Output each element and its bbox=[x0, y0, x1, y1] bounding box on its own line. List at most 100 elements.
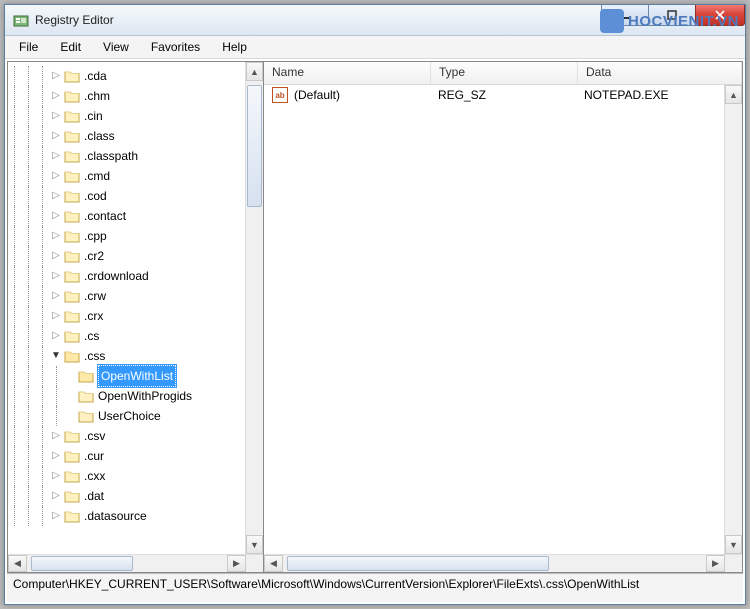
menu-favorites[interactable]: Favorites bbox=[141, 38, 210, 56]
tree-item[interactable]: OpenWithProgids bbox=[8, 386, 245, 406]
minimize-button[interactable] bbox=[601, 5, 649, 26]
tree-item[interactable]: ▷ .datasource bbox=[8, 506, 245, 526]
tree-item[interactable]: UserChoice bbox=[8, 406, 245, 426]
tree-guide bbox=[22, 66, 36, 86]
tree-item[interactable]: ▷ .crw bbox=[8, 286, 245, 306]
tree-item[interactable]: OpenWithList bbox=[8, 366, 245, 386]
tree-item[interactable]: ▷ .cpp bbox=[8, 226, 245, 246]
tree-guide bbox=[36, 446, 50, 466]
chevron-down-icon[interactable]: ▼ bbox=[50, 350, 62, 362]
chevron-right-icon[interactable]: ▷ bbox=[50, 70, 62, 82]
chevron-right-icon[interactable]: ▷ bbox=[50, 470, 62, 482]
tree-guide bbox=[8, 426, 22, 446]
menu-view[interactable]: View bbox=[93, 38, 139, 56]
chevron-right-icon[interactable]: ▷ bbox=[50, 490, 62, 502]
chevron-right-icon[interactable]: ▷ bbox=[50, 330, 62, 342]
tree-item[interactable]: ▷ .chm bbox=[8, 86, 245, 106]
tree-item[interactable]: ▷ .cur bbox=[8, 446, 245, 466]
close-button[interactable] bbox=[695, 5, 745, 26]
chevron-right-icon[interactable]: ▷ bbox=[50, 270, 62, 282]
tree-item[interactable]: ▷ .classpath bbox=[8, 146, 245, 166]
scroll-right-arrow-icon[interactable]: ▶ bbox=[706, 555, 725, 572]
tree-item[interactable]: ▷ .crx bbox=[8, 306, 245, 326]
tree-item-label: .crdownload bbox=[84, 266, 149, 286]
chevron-right-icon[interactable]: ▷ bbox=[50, 250, 62, 262]
chevron-right-icon[interactable]: ▷ bbox=[50, 110, 62, 122]
menu-file[interactable]: File bbox=[9, 38, 48, 56]
titlebar[interactable]: Registry Editor bbox=[5, 5, 745, 36]
scroll-track[interactable] bbox=[283, 555, 706, 572]
tree-guide bbox=[8, 386, 22, 406]
tree-guide bbox=[22, 346, 36, 366]
scroll-left-arrow-icon[interactable]: ◀ bbox=[8, 555, 27, 572]
scroll-track[interactable] bbox=[246, 81, 263, 535]
tree-item[interactable]: ▷ .cod bbox=[8, 186, 245, 206]
tree-item[interactable]: ▷ .dat bbox=[8, 486, 245, 506]
list-horizontal-scrollbar[interactable]: ◀ ▶ bbox=[264, 554, 742, 572]
folder-icon bbox=[64, 229, 80, 243]
tree-item-label: .cod bbox=[84, 186, 107, 206]
tree-item[interactable]: ▷ .cmd bbox=[8, 166, 245, 186]
tree-item[interactable]: ▷ .cda bbox=[8, 66, 245, 86]
menu-help[interactable]: Help bbox=[212, 38, 257, 56]
list-item[interactable]: ab(Default)REG_SZNOTEPAD.EXE bbox=[264, 85, 724, 105]
folder-icon bbox=[78, 409, 94, 423]
chevron-right-icon[interactable]: ▷ bbox=[50, 190, 62, 202]
tree-item[interactable]: ▷ .cin bbox=[8, 106, 245, 126]
scroll-track[interactable] bbox=[725, 104, 742, 535]
tree-vertical-scrollbar[interactable]: ▲ ▼ bbox=[245, 62, 263, 554]
menu-edit[interactable]: Edit bbox=[50, 38, 91, 56]
tree-item[interactable]: ▷ .cr2 bbox=[8, 246, 245, 266]
scroll-down-arrow-icon[interactable]: ▼ bbox=[725, 535, 742, 554]
chevron-right-icon[interactable]: ▷ bbox=[50, 230, 62, 242]
tree-guide bbox=[36, 326, 50, 346]
tree-guide bbox=[36, 126, 50, 146]
tree-guide bbox=[36, 186, 50, 206]
tree-item[interactable]: ▷ .csv bbox=[8, 426, 245, 446]
scroll-down-arrow-icon[interactable]: ▼ bbox=[246, 535, 263, 554]
tree-item-label: .csv bbox=[84, 426, 105, 446]
column-header-type[interactable]: Type bbox=[431, 62, 578, 84]
tree-item[interactable]: ▷ .crdownload bbox=[8, 266, 245, 286]
tree-horizontal-scrollbar[interactable]: ◀ ▶ bbox=[8, 554, 263, 572]
chevron-right-icon[interactable]: ▷ bbox=[50, 170, 62, 182]
chevron-right-icon[interactable]: ▷ bbox=[50, 310, 62, 322]
tree-item[interactable]: ▷ .class bbox=[8, 126, 245, 146]
scroll-right-arrow-icon[interactable]: ▶ bbox=[227, 555, 246, 572]
tree-item[interactable]: ▷ .cs bbox=[8, 326, 245, 346]
column-header-name[interactable]: Name bbox=[264, 62, 431, 84]
scroll-up-arrow-icon[interactable]: ▲ bbox=[246, 62, 263, 81]
list-header[interactable]: Name Type Data bbox=[264, 62, 742, 85]
value-name: (Default) bbox=[294, 88, 340, 102]
tree-item-label: .css bbox=[84, 346, 105, 366]
scroll-left-arrow-icon[interactable]: ◀ bbox=[264, 555, 283, 572]
column-header-data[interactable]: Data bbox=[578, 62, 742, 84]
registry-tree[interactable]: ▷ .cda▷ .chm▷ .cin▷ .class▷ .classpath▷ … bbox=[8, 62, 245, 534]
tree-guide bbox=[8, 146, 22, 166]
scroll-thumb[interactable] bbox=[31, 556, 133, 571]
chevron-right-icon[interactable]: ▷ bbox=[50, 510, 62, 522]
list-vertical-scrollbar[interactable]: ▲ ▼ bbox=[724, 85, 742, 554]
values-list[interactable]: ab(Default)REG_SZNOTEPAD.EXE bbox=[264, 85, 724, 554]
tree-guide bbox=[8, 106, 22, 126]
chevron-right-icon[interactable]: ▷ bbox=[50, 450, 62, 462]
scroll-thumb[interactable] bbox=[247, 85, 262, 207]
chevron-right-icon[interactable]: ▷ bbox=[50, 150, 62, 162]
maximize-button[interactable] bbox=[648, 5, 696, 26]
scroll-thumb[interactable] bbox=[287, 556, 549, 571]
tree-item[interactable]: ▷ .contact bbox=[8, 206, 245, 226]
tree-item[interactable]: ▷ .cxx bbox=[8, 466, 245, 486]
scroll-track[interactable] bbox=[27, 555, 227, 572]
tree-guide bbox=[8, 486, 22, 506]
expander-placeholder bbox=[64, 390, 76, 402]
folder-icon bbox=[64, 329, 80, 343]
scroll-up-arrow-icon[interactable]: ▲ bbox=[725, 85, 742, 104]
tree-guide bbox=[36, 486, 50, 506]
chevron-right-icon[interactable]: ▷ bbox=[50, 290, 62, 302]
chevron-right-icon[interactable]: ▷ bbox=[50, 90, 62, 102]
chevron-right-icon[interactable]: ▷ bbox=[50, 210, 62, 222]
registry-editor-window: Registry Editor HOCVIENIT.VN File Edit V… bbox=[4, 4, 746, 605]
chevron-right-icon[interactable]: ▷ bbox=[50, 430, 62, 442]
tree-item[interactable]: ▼ .css bbox=[8, 346, 245, 366]
chevron-right-icon[interactable]: ▷ bbox=[50, 130, 62, 142]
